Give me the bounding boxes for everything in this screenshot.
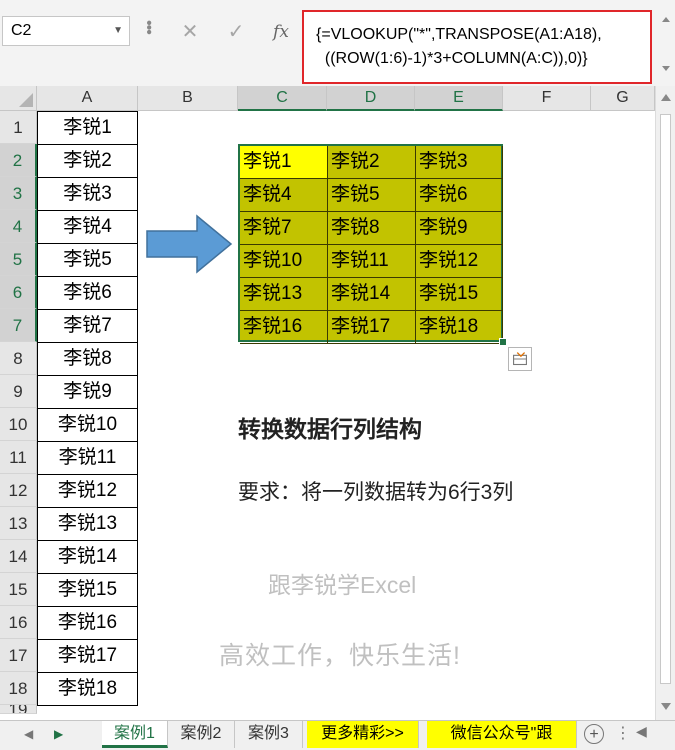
add-sheet-button[interactable]: +: [584, 724, 604, 744]
output-cell[interactable]: 李锐14: [328, 278, 416, 311]
heading-title: 转换数据行列结构: [238, 416, 422, 442]
cell-a[interactable]: 李锐11: [37, 441, 138, 475]
tab-case-3[interactable]: 案例3: [235, 721, 303, 748]
column-header-f[interactable]: F: [503, 86, 591, 111]
row-header[interactable]: 16: [0, 606, 37, 639]
cell-a[interactable]: 李锐3: [37, 177, 138, 211]
formula-expand-icon[interactable]: [660, 14, 672, 74]
watermark-slogan: 高效工作，快乐生活!: [219, 642, 461, 670]
output-cell[interactable]: 李锐9: [416, 212, 503, 245]
tab-case-2[interactable]: 案例2: [168, 721, 235, 748]
cell-a[interactable]: 李锐9: [37, 375, 138, 409]
row-header[interactable]: 17: [0, 639, 37, 672]
row-header[interactable]: 9: [0, 375, 37, 408]
output-cell[interactable]: 李锐8: [328, 212, 416, 245]
watermark-text: 跟李锐学Excel: [268, 572, 417, 598]
cell-a[interactable]: 李锐16: [37, 606, 138, 640]
row-header[interactable]: 12: [0, 474, 37, 507]
row-header[interactable]: 10: [0, 408, 37, 441]
output-cell[interactable]: 李锐13: [240, 278, 328, 311]
requirement-text: 要求：将一列数据转为6行3列: [238, 481, 514, 504]
cell-a[interactable]: 李锐7: [37, 309, 138, 343]
row-header[interactable]: 6: [0, 276, 37, 309]
cell-a[interactable]: 李锐6: [37, 276, 138, 310]
column-header-c[interactable]: C: [238, 86, 327, 111]
more-options-icon[interactable]: ⋮: [615, 723, 631, 743]
cell-a[interactable]: 李锐10: [37, 408, 138, 442]
scroll-up-icon[interactable]: [660, 92, 672, 102]
formula-line-2: ((ROW(1:6)-1)*3+COLUMN(A:C)),0)}: [316, 50, 588, 67]
cell-a[interactable]: 李锐15: [37, 573, 138, 607]
resize-grip-icon[interactable]: •••: [140, 20, 157, 34]
row-header[interactable]: 4: [0, 210, 37, 243]
cancel-icon[interactable]: ✕: [176, 18, 204, 46]
column-header-g[interactable]: G: [591, 86, 655, 111]
output-cell[interactable]: 李锐3: [416, 146, 503, 179]
tab-scroll-right-icon[interactable]: ▶: [54, 727, 63, 741]
row-header[interactable]: 11: [0, 441, 37, 474]
output-cell[interactable]: 李锐6: [416, 179, 503, 212]
row-header[interactable]: 7: [0, 309, 37, 342]
scrollbar-thumb[interactable]: [660, 114, 671, 684]
row-header[interactable]: 8: [0, 342, 37, 375]
name-box[interactable]: C2 ▼: [2, 16, 130, 46]
column-header-d[interactable]: D: [327, 86, 415, 111]
output-cell[interactable]: 李锐12: [416, 245, 503, 278]
scroll-down-icon[interactable]: [660, 702, 672, 712]
scroll-left-icon[interactable]: ◀: [636, 723, 647, 740]
right-arrow-icon: [146, 214, 233, 274]
row-header[interactable]: 19: [0, 705, 37, 714]
tab-wechat[interactable]: 微信公众号"跟: [427, 721, 577, 748]
column-header-a[interactable]: A: [37, 86, 138, 111]
cell-a[interactable]: 李锐5: [37, 243, 138, 277]
cell-a[interactable]: 李锐8: [37, 342, 138, 376]
enter-icon[interactable]: ✓: [222, 18, 250, 46]
row-header[interactable]: 1: [0, 111, 37, 144]
sheet-tab-bar: ◀ ▶ 案例1 案例2 案例3 更多精彩>> 微信公众号"跟 + ⋮ ◀: [0, 720, 675, 750]
output-cell[interactable]: 李锐7: [240, 212, 328, 245]
vertical-scrollbar[interactable]: [655, 86, 675, 720]
fill-handle[interactable]: [499, 338, 507, 346]
cell-a[interactable]: 李锐17: [37, 639, 138, 673]
cell-a[interactable]: 李锐14: [37, 540, 138, 574]
cell-a[interactable]: 李锐2: [37, 144, 138, 178]
output-cell[interactable]: 李锐17: [328, 311, 416, 344]
output-cell[interactable]: 李锐15: [416, 278, 503, 311]
tab-scroll-left-icon[interactable]: ◀: [24, 727, 33, 741]
row-header[interactable]: 13: [0, 507, 37, 540]
output-cell[interactable]: 李锐18: [416, 311, 503, 344]
row-header[interactable]: 3: [0, 177, 37, 210]
column-header-b[interactable]: B: [138, 86, 238, 111]
row-header[interactable]: 14: [0, 540, 37, 573]
output-cell[interactable]: 李锐4: [240, 179, 328, 212]
tab-case-1[interactable]: 案例1: [102, 721, 168, 748]
output-range: 李锐1 李锐2 李锐3 李锐4 李锐5 李锐6 李锐7 李锐8 李锐9 李锐10 李锐11 李锐12 李…: [238, 144, 503, 344]
tab-more[interactable]: 更多精彩>>: [307, 721, 419, 748]
output-cell[interactable]: 李锐2: [328, 146, 416, 179]
row-header[interactable]: 5: [0, 243, 37, 276]
formula-input[interactable]: {=VLOOKUP("*",TRANSPOSE(A1:A18), ((ROW(1…: [302, 10, 652, 84]
quick-analysis-icon[interactable]: [508, 347, 532, 371]
insert-function-button[interactable]: fx: [267, 18, 295, 46]
chevron-down-icon[interactable]: ▼: [113, 17, 123, 45]
name-box-value: C2: [11, 22, 32, 39]
column-header-e[interactable]: E: [415, 86, 503, 111]
output-cell[interactable]: 李锐5: [328, 179, 416, 212]
formula-line-1: {=VLOOKUP("*",TRANSPOSE(A1:A18),: [316, 26, 602, 43]
row-header[interactable]: 18: [0, 672, 37, 705]
cell-a[interactable]: 李锐4: [37, 210, 138, 244]
cell-a[interactable]: 李锐18: [37, 672, 138, 706]
output-cell[interactable]: 李锐16: [240, 311, 328, 344]
output-cell[interactable]: 李锐1: [240, 146, 328, 179]
formula-bar-area: C2 ▼ ••• ✕ ✓ fx {=VLOOKUP("*",TRANSPOSE(…: [0, 0, 675, 86]
cell-a[interactable]: 李锐1: [37, 111, 138, 145]
row-header[interactable]: 15: [0, 573, 37, 606]
output-cell[interactable]: 李锐10: [240, 245, 328, 278]
row-header[interactable]: 2: [0, 144, 37, 177]
select-all-corner[interactable]: [0, 86, 37, 111]
cell-a[interactable]: 李锐12: [37, 474, 138, 508]
output-cell[interactable]: 李锐11: [328, 245, 416, 278]
cell-a[interactable]: 李锐13: [37, 507, 138, 541]
